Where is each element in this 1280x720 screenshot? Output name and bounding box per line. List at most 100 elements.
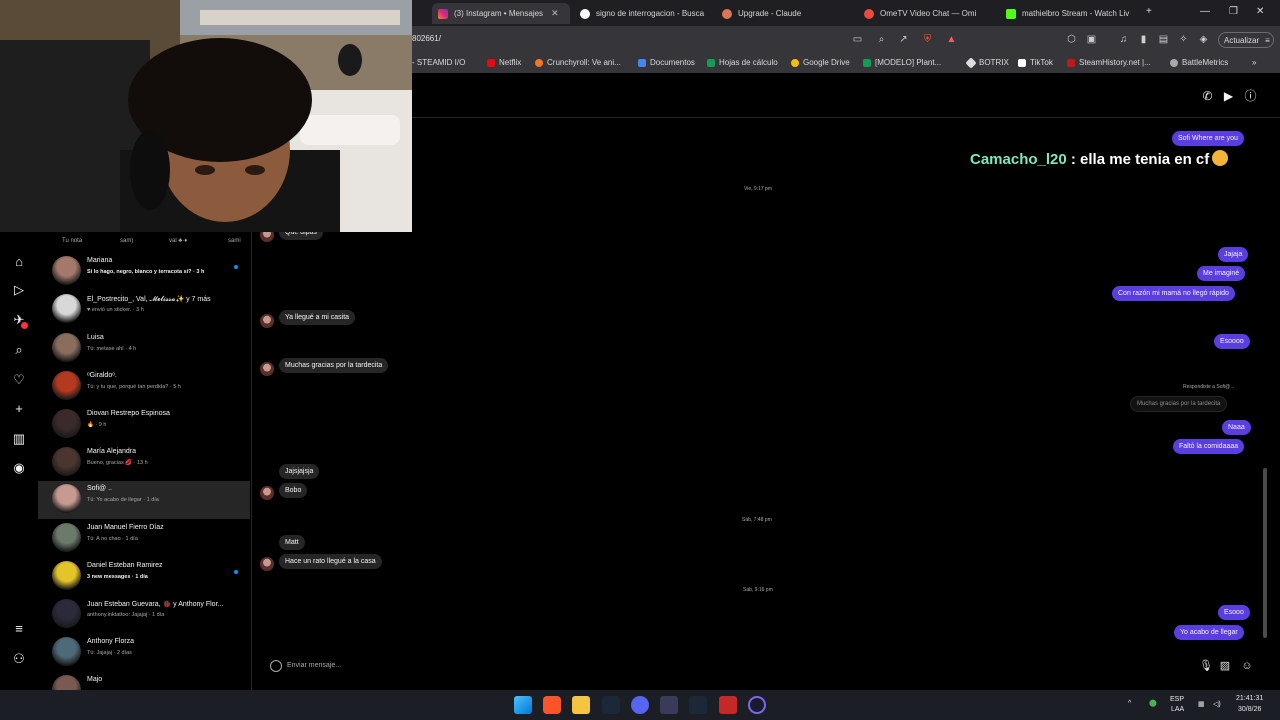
brave-browser-icon[interactable] — [543, 696, 561, 714]
tab-ometv[interactable]: OmeTV Video Chat — Omi — [858, 3, 996, 24]
discord-icon[interactable] — [631, 696, 649, 714]
bookmark-crunchyroll[interactable]: Crunchyroll: Ve ani... — [535, 58, 621, 67]
bookmark-tiktok[interactable]: TikTok — [1018, 58, 1053, 67]
message-in[interactable]: Bobo — [279, 483, 308, 498]
conversation-item[interactable]: Juan Manuel Fierro Díaz Tú: A no chao · … — [38, 520, 250, 558]
vpn-icon[interactable]: ◈ — [1198, 34, 1209, 45]
message-composer[interactable]: Enviar mensaje... 🎙 ▨ ☺ — [262, 656, 1262, 678]
bookmark-hojas[interactable]: Hojas de cálculo — [707, 58, 778, 67]
emoji-icon[interactable] — [270, 660, 282, 672]
message-out[interactable]: Jajaja — [1218, 247, 1249, 262]
bookmark-documentos[interactable]: Documentos — [638, 58, 695, 67]
threads-icon[interactable]: ⚇ — [12, 652, 26, 666]
leo-icon[interactable]: ✧ — [1178, 34, 1189, 45]
minimize-icon[interactable]: — — [1200, 6, 1210, 17]
bookmark-drive[interactable]: Google Drive — [791, 58, 850, 67]
conversation-item[interactable]: Luisa Tú: metase ahí · 4 h — [38, 330, 250, 368]
url-field[interactable]: 802661/ — [412, 34, 441, 43]
info-icon[interactable]: ⓘ — [1244, 90, 1257, 103]
bookmark-modelo[interactable]: [MODELO] Plant... — [863, 58, 941, 67]
steam-icon[interactable] — [602, 696, 620, 714]
image-icon[interactable]: ▨ — [1219, 660, 1231, 672]
sticker-icon[interactable]: ☺ — [1241, 660, 1253, 672]
conversation-item[interactable]: Daniel Esteban Ramirez 3 new messages · … — [38, 558, 250, 596]
chat-scrollbar[interactable] — [1262, 118, 1268, 648]
screenshot-icon[interactable]: ▣ — [1086, 34, 1097, 45]
reels-icon[interactable]: ▷ — [12, 283, 26, 297]
message-in[interactable]: Jajsjajsja — [279, 464, 320, 479]
maximize-icon[interactable]: ❐ — [1229, 6, 1238, 17]
home-icon[interactable]: ⌂ — [12, 255, 26, 269]
bookmark-netflix[interactable]: Netflix — [487, 58, 521, 67]
message-in[interactable]: Ya llegué a mi casita — [279, 310, 356, 325]
phone-icon[interactable]: ✆ — [1201, 90, 1214, 103]
profile-icon[interactable]: ◉ — [12, 461, 26, 475]
message-in[interactable]: Muchas gracias por la tardecita — [279, 358, 389, 373]
menu-icon[interactable]: ≡ — [12, 622, 26, 636]
bookmark-steamhistory[interactable]: SteamHistory.net |... — [1067, 58, 1151, 67]
conversation-item[interactable]: Anthony Florza Tú: Jajajaj · 2 días — [38, 634, 250, 672]
start-icon[interactable] — [514, 696, 532, 714]
video-call-icon[interactable]: ▶ — [1222, 90, 1235, 103]
scroll-thumb[interactable] — [1263, 468, 1267, 638]
close-window-icon[interactable]: ✕ — [1256, 6, 1264, 17]
music-icon[interactable]: ♫ — [1118, 34, 1129, 45]
network-icon[interactable]: ▦ — [1198, 700, 1205, 708]
conversation-item[interactable]: Majo — [38, 672, 250, 690]
heart-icon[interactable]: ♡ — [12, 373, 26, 387]
game-icon[interactable] — [719, 696, 737, 714]
message-in[interactable]: Matt — [279, 535, 305, 550]
update-button[interactable]: Actualizar ≡ — [1218, 32, 1274, 48]
dashboard-icon[interactable]: ▥ — [12, 432, 26, 446]
bookmark-steamid[interactable]: - STEAMID I/O — [412, 58, 465, 67]
zoom-icon[interactable]: ⌕ — [876, 34, 887, 45]
file-explorer-icon[interactable] — [572, 696, 590, 714]
tab-claude[interactable]: Upgrade - Claude — [716, 3, 854, 24]
conversation-item[interactable]: María Alejandra Bueno, gracias 💋 · 13 h — [38, 444, 250, 482]
message-out[interactable]: Naaa — [1222, 420, 1251, 435]
message-out[interactable]: Sofi Where are you — [1172, 131, 1244, 146]
message-in[interactable]: Hace un rato llegué a la casa — [279, 554, 382, 569]
reply-quote[interactable]: Muchas gracias por la tardecita — [1130, 396, 1228, 412]
battlemetrics-icon — [1170, 58, 1178, 67]
message-out[interactable]: Esooo — [1218, 605, 1250, 620]
tab-kick[interactable]: mathielbro Stream - Watch Liv — [1000, 3, 1138, 24]
conversation-item[interactable]: El_Postrecito_, Val, 𝓜𝓮𝓵𝓲𝓼𝓼𝓪✨ y 7 más ♥ … — [38, 291, 250, 329]
brave-shield-icon[interactable]: ⛨ — [922, 34, 933, 45]
create-icon[interactable]: + — [12, 402, 26, 416]
message-out[interactable]: Esoooo — [1214, 334, 1250, 349]
sidebar-icon[interactable]: ▮ — [1138, 34, 1149, 45]
language-label[interactable]: ESP — [1170, 696, 1184, 703]
close-tab-icon[interactable]: ✕ — [551, 8, 559, 19]
search-icon[interactable]: ⌕ — [12, 343, 26, 357]
tray-chevron-icon[interactable]: ^ — [1128, 700, 1131, 707]
conversation-item[interactable]: Diovan Restrepo Espinosa 🔥 · 9 h — [38, 406, 250, 444]
wallet-icon[interactable]: ▤ — [1158, 34, 1169, 45]
message-out[interactable]: Faltó la comidaaaa — [1173, 439, 1245, 454]
tab-search[interactable]: signo de interrogacion - Busca — [574, 3, 712, 24]
bookmark-battlemetrics[interactable]: BattleMetrics — [1170, 58, 1228, 67]
conversation-item[interactable]: ᵒGiraldoᵒ. Tú: y tu que, porqué tan perd… — [38, 368, 250, 406]
steam-icon[interactable] — [689, 696, 707, 714]
message-input[interactable]: Enviar mensaje... — [287, 662, 341, 669]
microphone-icon[interactable]: 🎙 — [1199, 660, 1213, 672]
share-icon[interactable]: ↗ — [898, 34, 909, 45]
clock-time[interactable]: 21:41:31 — [1236, 695, 1263, 702]
volume-icon[interactable]: ◁) — [1213, 700, 1221, 708]
extension-icon[interactable]: ⬡ — [1066, 34, 1077, 45]
conversation-item-selected[interactable]: Sofi@ .. Tú: Yo acabo de llegar · 1 día — [38, 481, 250, 519]
conversation-item[interactable]: Juan Esteban Guevara, 🐞 y Anthony Flor..… — [38, 596, 250, 634]
brave-rewards-icon[interactable]: ▲ — [946, 34, 957, 45]
message-out[interactable]: Con razón mi mamá no llegó rápido — [1112, 286, 1235, 301]
message-out[interactable]: Yo acabo de llegar — [1174, 625, 1244, 640]
more-bookmarks-icon[interactable]: » — [1252, 58, 1256, 67]
bookmark-botrix[interactable]: BOTRIX — [965, 56, 1009, 69]
message-out[interactable]: Me imaginé — [1197, 266, 1246, 281]
new-tab-button[interactable]: + — [1146, 6, 1152, 17]
conversation-item[interactable]: Mariana Si lo hago, negro, blanco y terr… — [38, 253, 250, 291]
tab-instagram[interactable]: (3) Instagram • Mensajes ✕ — [432, 3, 570, 24]
cast-icon[interactable]: ▭ — [852, 34, 863, 45]
app-icon[interactable] — [660, 696, 678, 714]
tray-app-icon[interactable]: ⬤ — [1149, 699, 1157, 707]
app-icon[interactable] — [748, 696, 766, 714]
